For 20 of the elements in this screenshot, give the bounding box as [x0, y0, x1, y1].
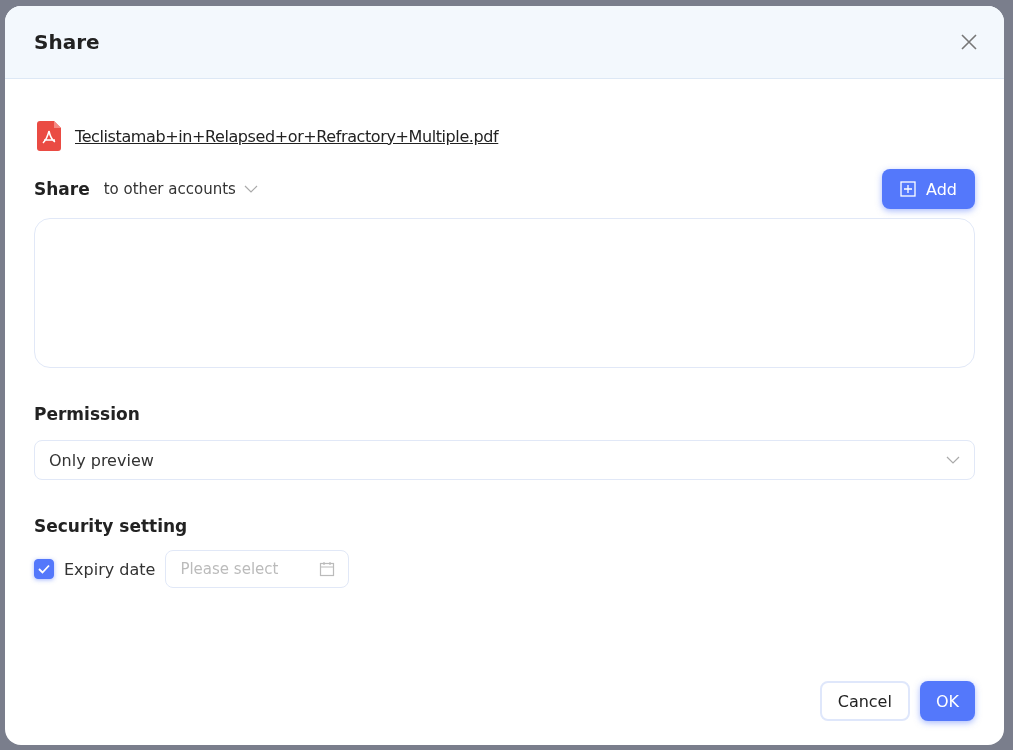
check-icon — [38, 564, 50, 574]
security-label: Security setting — [34, 516, 189, 536]
ok-button[interactable]: OK — [919, 681, 975, 721]
add-button[interactable]: Add — [882, 169, 975, 209]
cancel-button[interactable]: Cancel — [819, 681, 910, 721]
calendar-icon — [319, 561, 336, 577]
caret-icon — [946, 455, 960, 465]
share-label: Share — [34, 179, 90, 199]
expiry-label: Expiry date — [64, 559, 156, 579]
plus-square-icon — [900, 181, 916, 197]
dialog-title: Share — [34, 30, 100, 54]
permission-select[interactable]: Only preview — [34, 440, 975, 480]
expiry-checkbox[interactable] — [34, 559, 54, 579]
caret-icon — [243, 184, 258, 194]
pdf-file-icon — [37, 121, 61, 151]
share-target-dropdown[interactable]: to other accounts — [103, 180, 258, 198]
date-field[interactable]: Please select — [165, 550, 350, 588]
close-icon[interactable] — [960, 33, 978, 51]
file-link[interactable]: Teclistamab+in+Relapsed+or+Refractory+Multiple.pdf — [75, 126, 499, 146]
permission-label: Permission — [34, 404, 141, 424]
